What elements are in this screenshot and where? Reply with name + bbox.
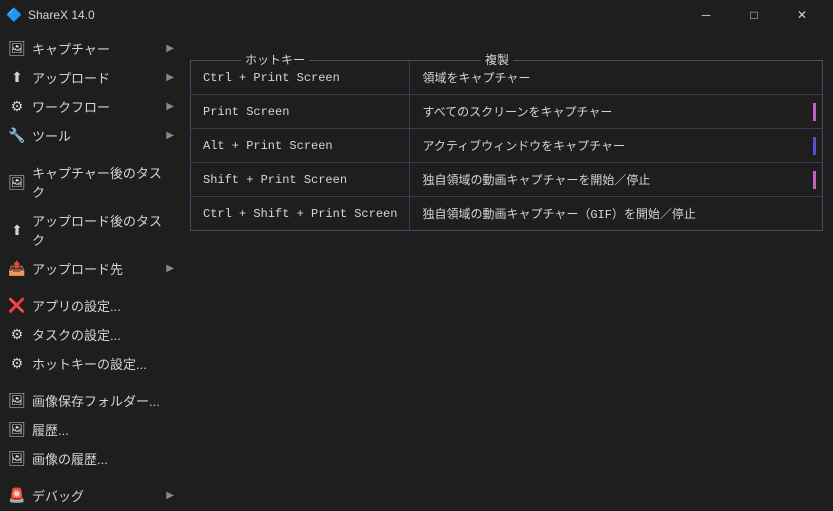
arrow-icon-capture: ▶: [166, 43, 174, 54]
row-indicator: [813, 171, 816, 189]
action-cell: アクティブウィンドウをキャプチャー: [410, 129, 822, 163]
sidebar-label-debug: デバッグ: [32, 486, 84, 505]
sidebar-item-upload-dest[interactable]: 📤 アップロード先 ▶: [0, 254, 180, 283]
sidebar-label-tools: ツール: [32, 126, 71, 145]
sidebar-label-upload: アップロード: [32, 68, 110, 87]
app-icon: 🔷: [6, 7, 22, 23]
history-icon: 🖼: [8, 421, 26, 438]
minimize-button[interactable]: ─: [683, 0, 729, 30]
app-title: ShareX 14.0: [28, 8, 95, 22]
sidebar-divider: [0, 150, 180, 158]
sidebar-divider: [0, 283, 180, 291]
app-settings-icon: ❌: [8, 297, 26, 314]
sidebar-item-capture[interactable]: 🖼 キャプチャー ▶: [0, 34, 180, 63]
close-button[interactable]: ✕: [779, 0, 825, 30]
hotkey-cell: Ctrl + Print Screen: [191, 61, 410, 95]
maximize-button[interactable]: □: [731, 0, 777, 30]
upload-dest-icon: 📤: [8, 260, 26, 277]
hotkey-row[interactable]: Ctrl + Print Screen領域をキャプチャー: [191, 61, 822, 95]
task-settings-icon: ⚙: [8, 326, 26, 343]
hotkey-row[interactable]: Ctrl + Shift + Print Screen独自領域の動画キャプチャー…: [191, 197, 822, 231]
sidebar-label-app-settings: アプリの設定...: [32, 296, 121, 315]
hotkey-row[interactable]: Alt + Print Screenアクティブウィンドウをキャプチャー: [191, 129, 822, 163]
sidebar-label-after-upload: アップロード後のタスク: [32, 211, 170, 249]
action-cell: 独自領域の動画キャプチャー（GIF）を開始／停止: [410, 197, 822, 231]
debug-icon: 🚨: [8, 487, 26, 504]
sidebar-item-upload[interactable]: ⬆ アップロード ▶: [0, 63, 180, 92]
hotkeys-table: Ctrl + Print Screen領域をキャプチャーPrint Screen…: [191, 61, 822, 230]
action-cell: 領域をキャプチャー: [410, 61, 822, 95]
hotkey-cell: Alt + Print Screen: [191, 129, 410, 163]
sidebar-item-workflow[interactable]: ⚙ ワークフロー ▶: [0, 92, 180, 121]
after-capture-icon: 🖼: [8, 174, 26, 191]
sidebar-item-after-upload[interactable]: ⬆ アップロード後のタスク: [0, 206, 180, 254]
hotkey-row[interactable]: Print Screenすべてのスクリーンをキャプチャー: [191, 95, 822, 129]
hotkey-cell: Shift + Print Screen: [191, 163, 410, 197]
tools-icon: 🔧: [8, 127, 26, 144]
action-cell: 独自領域の動画キャプチャーを開始／停止: [410, 163, 822, 197]
title-bar: 🔷 ShareX 14.0 ─ □ ✕: [0, 0, 833, 30]
hotkey-settings-icon: ⚙: [8, 355, 26, 372]
arrow-icon-upload: ▶: [166, 72, 174, 83]
sidebar-divider: [0, 378, 180, 386]
image-folder-icon: 🖼: [8, 392, 26, 409]
image-history-icon: 🖼: [8, 450, 26, 467]
hotkey-cell: Ctrl + Shift + Print Screen: [191, 197, 410, 231]
hotkey-cell: Print Screen: [191, 95, 410, 129]
sidebar-label-capture: キャプチャー: [32, 39, 110, 58]
sidebar-label-hotkey-settings: ホットキーの設定...: [32, 354, 147, 373]
sidebar-item-after-capture[interactable]: 🖼 キャプチャー後のタスク: [0, 158, 180, 206]
content-area: ホットキー 複製 Ctrl + Print Screen領域をキャプチャーPri…: [180, 30, 833, 511]
arrow-icon-upload-dest: ▶: [166, 263, 174, 274]
upload-icon: ⬆: [8, 69, 26, 86]
hotkey-row[interactable]: Shift + Print Screen独自領域の動画キャプチャーを開始／停止: [191, 163, 822, 197]
sidebar-item-task-settings[interactable]: ⚙ タスクの設定...: [0, 320, 180, 349]
sidebar-divider: [0, 473, 180, 481]
arrow-icon-debug: ▶: [166, 490, 174, 501]
row-indicator: [813, 103, 816, 121]
workflow-icon: ⚙: [8, 98, 26, 115]
sidebar-label-after-capture: キャプチャー後のタスク: [32, 163, 170, 201]
sidebar-item-hotkey-settings[interactable]: ⚙ ホットキーの設定...: [0, 349, 180, 378]
hotkeys-panel: ホットキー 複製 Ctrl + Print Screen領域をキャプチャーPri…: [190, 60, 823, 231]
sidebar-label-upload-dest: アップロード先: [32, 259, 123, 278]
sidebar-item-image-history[interactable]: 🖼 画像の履歴...: [0, 444, 180, 473]
sidebar: 🖼 キャプチャー ▶ ⬆ アップロード ▶ ⚙ ワークフロー ▶ 🔧 ツール ▶ 🖼 キャプチャー後のタス…: [0, 30, 180, 511]
sidebar-item-tools[interactable]: 🔧 ツール ▶: [0, 121, 180, 150]
arrow-icon-tools: ▶: [166, 130, 174, 141]
sidebar-label-workflow: ワークフロー: [32, 97, 110, 116]
sidebar-label-image-folder: 画像保存フォルダー...: [32, 391, 160, 410]
capture-icon: 🖼: [8, 40, 26, 57]
title-bar-left: 🔷 ShareX 14.0: [6, 7, 95, 23]
sidebar-item-image-folder[interactable]: 🖼 画像保存フォルダー...: [0, 386, 180, 415]
window-controls: ─ □ ✕: [683, 0, 825, 30]
sidebar-label-task-settings: タスクの設定...: [32, 325, 121, 344]
sidebar-item-history[interactable]: 🖼 履歴...: [0, 415, 180, 444]
sidebar-item-debug[interactable]: 🚨 デバッグ ▶: [0, 481, 180, 510]
after-upload-icon: ⬆: [8, 222, 26, 239]
sidebar-label-image-history: 画像の履歴...: [32, 449, 108, 468]
sidebar-label-history: 履歴...: [32, 420, 69, 439]
action-cell: すべてのスクリーンをキャプチャー: [410, 95, 822, 129]
row-indicator: [813, 137, 816, 155]
sidebar-item-app-settings[interactable]: ❌ アプリの設定...: [0, 291, 180, 320]
main-layout: 🖼 キャプチャー ▶ ⬆ アップロード ▶ ⚙ ワークフロー ▶ 🔧 ツール ▶ 🖼 キャプチャー後のタス…: [0, 30, 833, 511]
arrow-icon-workflow: ▶: [166, 101, 174, 112]
